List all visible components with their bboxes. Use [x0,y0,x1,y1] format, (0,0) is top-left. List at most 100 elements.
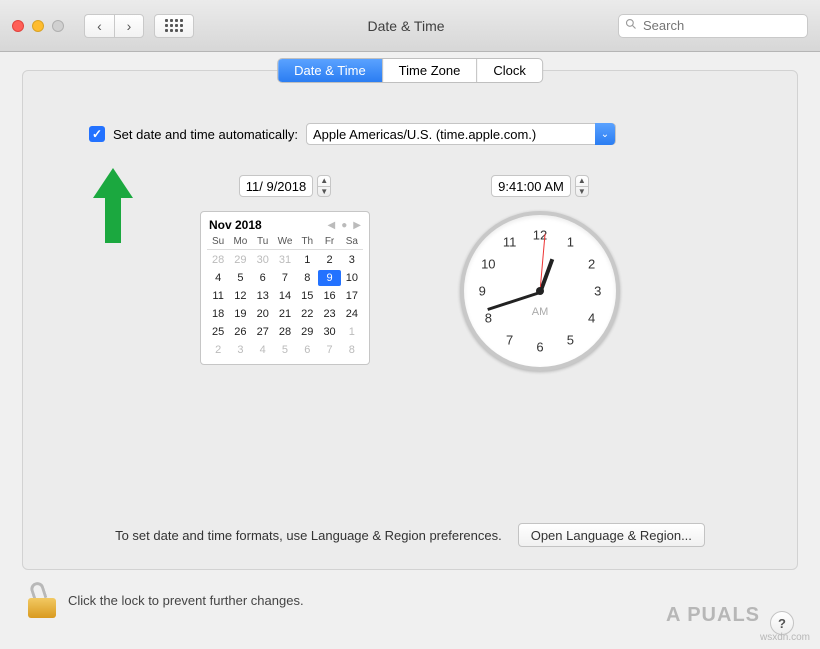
search-input[interactable] [641,17,801,34]
time-server-value: Apple Americas/U.S. (time.apple.com.) [307,127,542,142]
calendar-day[interactable]: 8 [296,270,318,286]
search-field[interactable] [618,14,808,38]
chevron-down-icon: ⌄ [595,123,615,145]
calendar-month: Nov 2018 [209,218,262,232]
calendar-day[interactable]: 4 [207,270,229,286]
calendar-day[interactable]: 30 [318,324,340,340]
calendar-day[interactable]: 26 [229,324,251,340]
auto-datetime-checkbox[interactable]: ✓ [89,126,105,142]
window-title: Date & Time [204,18,608,34]
stepper-down-icon[interactable]: ▼ [318,187,330,197]
dow-label: We [274,236,296,250]
calendar-nav: ◀ ● ▶ [328,220,361,231]
calendar-day[interactable]: 28 [207,252,229,268]
tab-date-time[interactable]: Date & Time [278,59,383,82]
calendar-day[interactable]: 2 [318,252,340,268]
calendar-day[interactable]: 12 [229,288,251,304]
chevron-left-icon: ‹ [97,18,102,34]
clock-number: 6 [536,340,543,355]
lock-icon[interactable] [28,582,56,618]
chevron-right-icon: › [127,18,132,34]
calendar-day[interactable]: 5 [274,342,296,358]
calendar-grid: Su Mo Tu We Th Fr Sa 28 29 30 31 1 2 3 4 [207,236,363,358]
open-language-region-button[interactable]: Open Language & Region... [518,523,705,547]
stepper-up-icon[interactable]: ▲ [318,176,330,187]
close-window-button[interactable] [12,20,24,32]
calendar-day[interactable]: 6 [296,342,318,358]
forward-button[interactable]: › [114,14,144,38]
calendar-day[interactable]: 3 [229,342,251,358]
date-input[interactable]: 11/ 9/2018 [239,175,313,197]
calendar-day[interactable]: 25 [207,324,229,340]
clock-ampm: AM [532,306,549,318]
calendar-day[interactable]: 21 [274,306,296,322]
calendar: Nov 2018 ◀ ● ▶ Su Mo Tu We Th Fr Sa [200,211,370,365]
calendar-day[interactable]: 30 [252,252,274,268]
calendar-day[interactable]: 16 [318,288,340,304]
format-hint-text: To set date and time formats, use Langua… [115,528,502,543]
date-time-columns: 11/ 9/2018 ▲ ▼ Nov 2018 ◀ ● ▶ Su [49,175,771,371]
dow-label: Mo [229,236,251,250]
time-server-dropdown[interactable]: Apple Americas/U.S. (time.apple.com.) ⌄ [306,123,616,145]
stepper-up-icon[interactable]: ▲ [576,176,588,187]
calendar-day[interactable]: 11 [207,288,229,304]
time-input[interactable]: 9:41:00 AM [491,175,571,197]
calendar-day[interactable]: 6 [252,270,274,286]
calendar-day[interactable]: 2 [207,342,229,358]
grid-icon [165,19,183,32]
minimize-window-button[interactable] [32,20,44,32]
calendar-day[interactable]: 17 [341,288,363,304]
time-stepper[interactable]: ▲ ▼ [575,175,589,197]
tab-clock[interactable]: Clock [477,59,542,82]
zoom-window-button [52,20,64,32]
calendar-day[interactable]: 19 [229,306,251,322]
dow-label: Fr [318,236,340,250]
calendar-day[interactable]: 3 [341,252,363,268]
clock-number: 3 [594,284,601,299]
calendar-day[interactable]: 31 [274,252,296,268]
calendar-day[interactable]: 24 [341,306,363,322]
clock-number: 2 [588,256,595,271]
calendar-day[interactable]: 14 [274,288,296,304]
window-toolbar: ‹ › Date & Time [0,0,820,52]
tab-time-zone[interactable]: Time Zone [383,59,478,82]
calendar-day[interactable]: 29 [296,324,318,340]
calendar-day[interactable]: 27 [252,324,274,340]
date-stepper[interactable]: ▲ ▼ [317,175,331,197]
date-column: 11/ 9/2018 ▲ ▼ Nov 2018 ◀ ● ▶ Su [200,175,370,371]
calendar-day[interactable]: 20 [252,306,274,322]
calendar-day[interactable]: 7 [274,270,296,286]
calendar-day[interactable]: 18 [207,306,229,322]
checkmark-icon: ✓ [92,127,102,141]
calendar-day[interactable]: 22 [296,306,318,322]
calendar-day[interactable]: 13 [252,288,274,304]
back-button[interactable]: ‹ [84,14,114,38]
calendar-day[interactable]: 1 [296,252,318,268]
show-all-prefs-button[interactable] [154,14,194,38]
calendar-day[interactable]: 8 [341,342,363,358]
calendar-header: Nov 2018 ◀ ● ▶ [207,218,363,236]
date-field[interactable]: 11/ 9/2018 ▲ ▼ [239,175,331,197]
lock-hint-text: Click the lock to prevent further change… [68,593,304,608]
calendar-day[interactable]: 5 [229,270,251,286]
calendar-day[interactable]: 15 [296,288,318,304]
search-icon [625,18,637,33]
traffic-lights [12,20,64,32]
clock-number: 10 [481,256,495,271]
calendar-day[interactable]: 1 [341,324,363,340]
calendar-day[interactable]: 10 [341,270,363,286]
calendar-day[interactable]: 23 [318,306,340,322]
calendar-day[interactable]: 29 [229,252,251,268]
clock-number: 1 [567,235,574,250]
calendar-day[interactable]: 7 [318,342,340,358]
calendar-day[interactable]: 9 [318,270,340,286]
clock-number: 5 [567,332,574,347]
stepper-down-icon[interactable]: ▼ [576,187,588,197]
calendar-next-button[interactable]: ▶ [353,220,361,231]
time-field[interactable]: 9:41:00 AM ▲ ▼ [491,175,589,197]
calendar-day[interactable]: 4 [252,342,274,358]
calendar-today-button[interactable]: ● [341,220,347,231]
calendar-day[interactable]: 28 [274,324,296,340]
clock-number: 4 [588,311,595,326]
calendar-prev-button[interactable]: ◀ [328,220,336,231]
